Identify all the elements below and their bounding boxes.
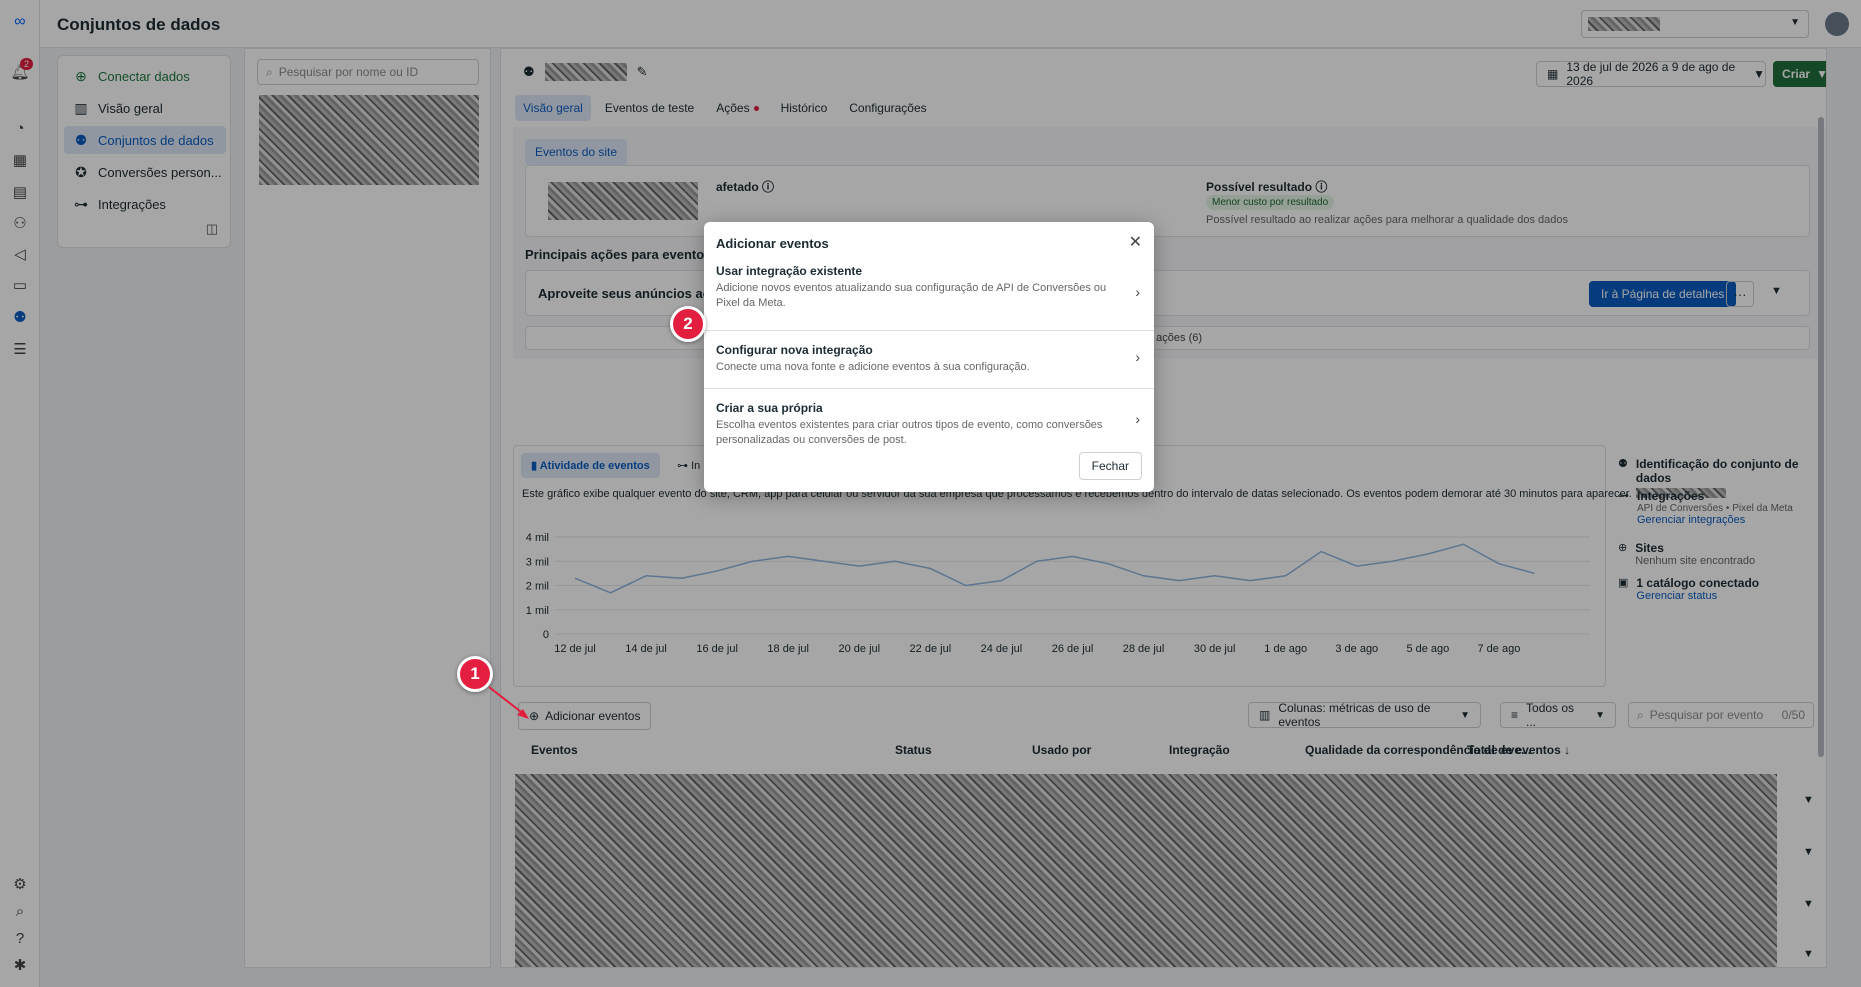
chevron-right-icon: ›: [1135, 411, 1140, 427]
option-new-integration[interactable]: Configurar nova integração Conecte uma n…: [704, 331, 1154, 389]
modal-overlay: [0, 0, 1861, 987]
option-title: Configurar nova integração: [716, 343, 873, 357]
option-existing-integration[interactable]: Usar integração existente Adicione novos…: [704, 258, 1154, 331]
option-title: Criar a sua própria: [716, 401, 823, 415]
chevron-right-icon: ›: [1135, 349, 1140, 365]
chevron-right-icon: ›: [1135, 284, 1140, 300]
option-title: Usar integração existente: [716, 264, 863, 278]
modal-title: Adicionar eventos: [716, 236, 829, 251]
callout-2: 2: [670, 306, 706, 342]
option-create-own[interactable]: Criar a sua própria Escolha eventos exis…: [704, 389, 1154, 449]
option-desc: Escolha eventos existentes para criar ou…: [716, 419, 1103, 446]
add-events-modal: Adicionar eventos ✕ Usar integração exis…: [704, 222, 1154, 492]
close-icon[interactable]: ✕: [1129, 232, 1142, 252]
callout-arrow: [488, 686, 529, 719]
option-desc: Adicione novos eventos atualizando sua c…: [716, 282, 1107, 309]
option-desc: Conecte uma nova fonte e adicione evento…: [716, 361, 1030, 373]
close-button[interactable]: Fechar: [1078, 452, 1142, 480]
